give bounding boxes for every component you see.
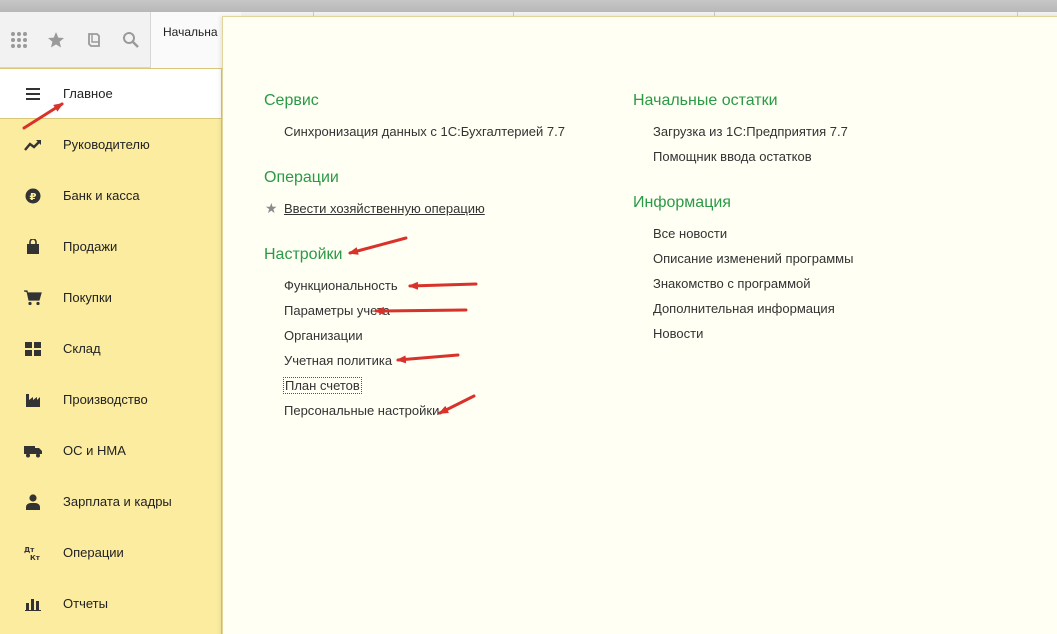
favorites-star-icon[interactable] — [46, 30, 66, 50]
sidebar-item-reports[interactable]: Отчеты — [0, 578, 221, 629]
section-title-initial-balances: Начальные остатки — [633, 92, 778, 109]
sidebar-item-label: Отчеты — [63, 596, 108, 611]
sidebar-item-label: Зарплата и кадры — [63, 494, 172, 509]
svg-text:₽: ₽ — [30, 192, 37, 203]
factory-icon — [24, 391, 42, 409]
sidebar-item-fixed-assets[interactable]: ОС и НМА — [0, 425, 221, 476]
search-icon[interactable] — [121, 30, 141, 50]
trend-icon — [24, 136, 42, 154]
warehouse-icon — [24, 340, 42, 358]
sidebar-item-label: Главное — [63, 86, 113, 101]
link-program-intro[interactable]: Знакомство с программой — [653, 276, 811, 291]
sidebar-item-bank[interactable]: ₽ Банк и касса — [0, 170, 221, 221]
sidebar-item-label: Руководителю — [63, 137, 150, 152]
truck-icon — [24, 442, 42, 460]
section-title-settings: Настройки — [264, 246, 343, 263]
cart-icon — [24, 289, 42, 307]
bar-chart-icon — [24, 595, 42, 613]
link-functionality[interactable]: Функциональность — [284, 278, 398, 293]
sidebar-item-purchases[interactable]: Покупки — [0, 272, 221, 323]
link-accounting-parameters[interactable]: Параметры учета — [284, 303, 390, 318]
sidebar-item-label: Банк и касса — [63, 188, 140, 203]
link-program-changes[interactable]: Описание изменений программы — [653, 251, 853, 266]
favorite-star-icon[interactable]: ★ — [265, 200, 278, 217]
history-icon[interactable] — [84, 30, 104, 50]
sidebar-item-main[interactable]: Главное — [0, 68, 221, 119]
sidebar-item-warehouse[interactable]: Склад — [0, 323, 221, 374]
link-balance-entry-assistant[interactable]: Помощник ввода остатков — [653, 149, 812, 164]
svg-text:Кт: Кт — [30, 554, 41, 561]
main-section-panel: Сервис Синхронизация данных с 1С:Бухгалт… — [222, 16, 1057, 634]
app-window: Начальна Главное Руководителю ₽ Банк и к… — [0, 0, 1057, 634]
link-sync-accounting-77[interactable]: Синхронизация данных с 1С:Бухгалтерией 7… — [284, 124, 565, 139]
link-enter-business-operation[interactable]: Ввести хозяйственную операцию — [284, 201, 485, 216]
dt-kt-icon: Дт Кт — [24, 544, 42, 562]
sidebar-item-sales[interactable]: Продажи — [0, 221, 221, 272]
sidebar-item-operations[interactable]: Дт Кт Операции — [0, 527, 221, 578]
section-sidebar: Главное Руководителю ₽ Банк и касса Прод… — [0, 68, 222, 634]
link-news[interactable]: Новости — [653, 326, 703, 341]
sidebar-item-label: Продажи — [63, 239, 118, 254]
section-title-operations: Операции — [264, 169, 339, 186]
link-accounting-policy[interactable]: Учетная политика — [284, 353, 392, 368]
person-icon — [24, 493, 42, 511]
sidebar-item-production[interactable]: Производство — [0, 374, 221, 425]
sidebar-item-label: Производство — [63, 392, 148, 407]
sidebar-item-label: ОС и НМА — [63, 443, 126, 458]
link-load-from-1c-77[interactable]: Загрузка из 1С:Предприятия 7.7 — [653, 124, 848, 139]
sidebar-item-manager[interactable]: Руководителю — [0, 119, 221, 170]
link-chart-of-accounts[interactable]: План счетов — [283, 377, 362, 394]
sidebar-item-payroll[interactable]: Зарплата и кадры — [0, 476, 221, 527]
link-additional-info[interactable]: Дополнительная информация — [653, 301, 835, 316]
svg-text:Дт: Дт — [24, 546, 35, 554]
link-organizations[interactable]: Организации — [284, 328, 363, 343]
link-personal-settings[interactable]: Персональные настройки — [284, 403, 439, 418]
sidebar-item-label: Покупки — [63, 290, 112, 305]
section-title-service: Сервис — [264, 92, 319, 109]
sidebar-item-label: Склад — [63, 341, 101, 356]
sidebar-item-label: Операции — [63, 545, 124, 560]
apps-grid-icon[interactable] — [9, 30, 29, 50]
link-all-news[interactable]: Все новости — [653, 226, 727, 241]
section-title-information: Информация — [633, 194, 731, 211]
ruble-icon: ₽ — [24, 187, 42, 205]
bag-icon — [24, 238, 42, 256]
menu-icon — [24, 85, 42, 103]
